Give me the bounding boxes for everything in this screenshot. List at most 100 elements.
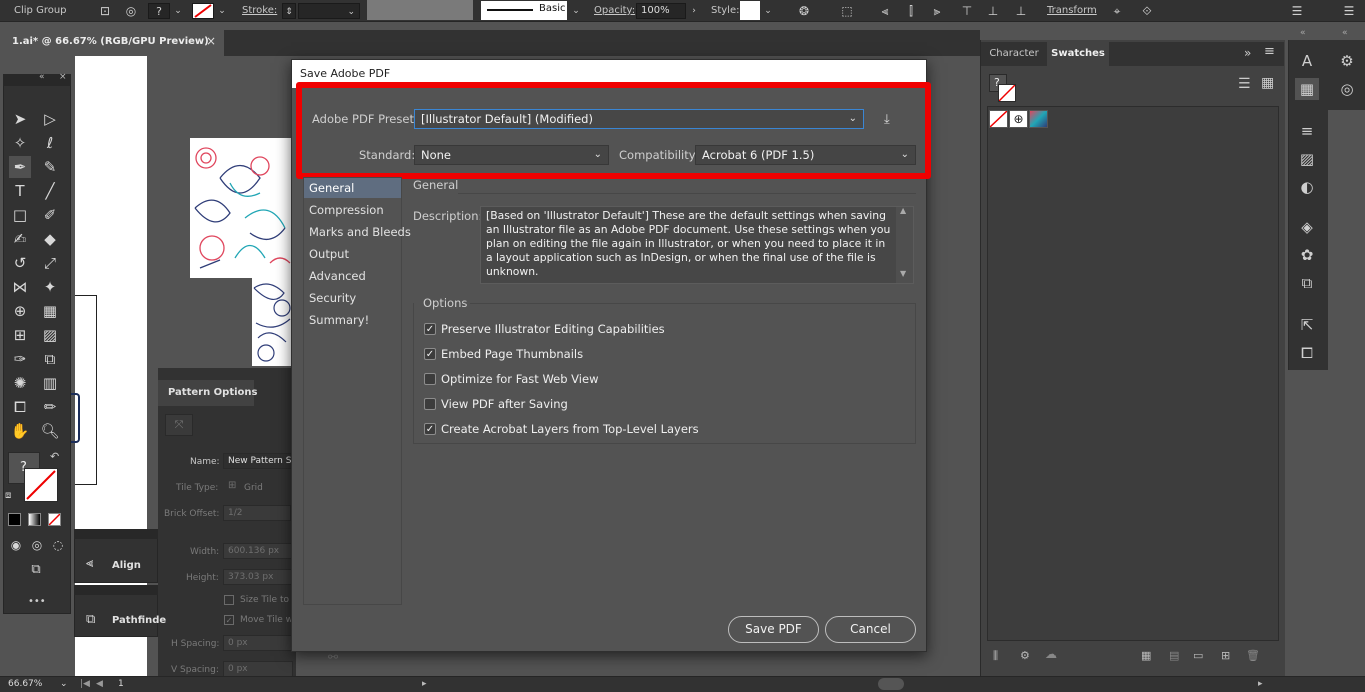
swatches-panel-icon[interactable]: ▦: [1295, 78, 1319, 100]
panel-menu-icon[interactable]: ☰: [1288, 2, 1306, 20]
draw-behind-icon[interactable]: ◎: [26, 534, 48, 556]
control-bar-menu-icon[interactable]: ☰: [1340, 2, 1358, 20]
gradient-tool-icon[interactable]: ▨: [39, 324, 61, 346]
scroll-right-icon[interactable]: ▸: [1258, 676, 1263, 692]
transform-link[interactable]: Transform: [1047, 0, 1097, 22]
direct-selection-tool-icon[interactable]: ▷: [39, 108, 61, 130]
default-fill-stroke-icon[interactable]: ⧈: [5, 490, 11, 501]
collapse-panel-icon[interactable]: «: [39, 72, 45, 82]
style-chevron-down-icon[interactable]: ⌄: [762, 3, 774, 19]
selected-shape-outline[interactable]: [70, 393, 80, 443]
opacity-chevron-right-icon[interactable]: ›: [688, 3, 700, 19]
tab-character[interactable]: Character: [982, 42, 1046, 66]
first-artboard-icon[interactable]: |◀: [80, 676, 90, 692]
hand-tool-icon[interactable]: ✋: [9, 420, 31, 442]
line-segment-tool-icon[interactable]: ╱: [39, 180, 61, 202]
swatches-menu-icon[interactable]: ≡: [1264, 44, 1275, 59]
pattern-tile-tool-icon[interactable]: ⤧: [165, 414, 193, 436]
prev-artboard-icon[interactable]: ◀: [96, 676, 103, 692]
tab-swatches[interactable]: Swatches: [1047, 42, 1109, 66]
eraser-tool-icon[interactable]: ◆: [39, 228, 61, 250]
artboard-frame-shape[interactable]: [75, 295, 97, 485]
fill-chevron-down-icon[interactable]: ⌄: [172, 3, 184, 19]
pen-tool-icon[interactable]: ✒: [9, 156, 31, 178]
libraries-panel-icon[interactable]: ⚙: [1335, 50, 1359, 72]
align-top-icon[interactable]: ⊤: [958, 2, 976, 20]
description-scrollbar[interactable]: ▲ ▼: [896, 206, 913, 283]
graphic-styles-panel-icon[interactable]: ⧉: [1295, 272, 1319, 294]
artboard-tool-icon[interactable]: ⧠: [9, 396, 31, 418]
target-icon[interactable]: ◎: [122, 2, 140, 20]
puppet-warp-tool-icon[interactable]: ✦: [39, 276, 61, 298]
nav-output[interactable]: Output: [304, 244, 401, 264]
rotate-tool-icon[interactable]: ↺: [9, 252, 31, 274]
swatch-registration[interactable]: ⊕: [1009, 110, 1028, 128]
h-spacing-input[interactable]: 0 px: [223, 635, 293, 651]
pathfinder-panel-header[interactable]: [74, 585, 158, 595]
move-tile-checkbox[interactable]: ✓: [224, 615, 234, 625]
gradient-mode-icon[interactable]: [28, 513, 41, 526]
style-swatch[interactable]: [740, 1, 760, 20]
scroll-left-icon[interactable]: ▸: [422, 676, 427, 692]
cancel-button[interactable]: Cancel: [825, 616, 916, 643]
mesh-tool-icon[interactable]: ⊞: [9, 324, 31, 346]
thumbnail-view-icon[interactable]: ▦: [1261, 75, 1274, 91]
blend-tool-icon[interactable]: ⧉: [39, 348, 61, 370]
align-left-icon[interactable]: ⫷: [876, 2, 894, 20]
variable-width-profile[interactable]: [367, 0, 473, 20]
export-panel-icon[interactable]: ⇱: [1295, 314, 1319, 336]
screen-mode-icon[interactable]: ⧉: [25, 559, 47, 581]
align-middle-icon[interactable]: ⊥: [984, 2, 1002, 20]
scroll-down-icon[interactable]: ▼: [900, 269, 906, 278]
align-right-icon[interactable]: ⫸: [928, 2, 946, 20]
brush-definition[interactable]: Basic: [481, 1, 567, 20]
perspective-grid-tool-icon[interactable]: ▦: [39, 300, 61, 322]
swatch-pattern[interactable]: [1029, 110, 1048, 128]
align-to-icon[interactable]: ⊡: [96, 2, 114, 20]
nav-security[interactable]: Security: [304, 288, 401, 308]
stroke-swatch[interactable]: [192, 3, 214, 19]
brush-chevron-down-icon[interactable]: ⌄: [570, 3, 582, 19]
cloud-library-icon[interactable]: ☁: [1045, 647, 1057, 661]
tile-type-value[interactable]: Grid: [244, 483, 263, 493]
creative-cloud-icon[interactable]: ◎: [1335, 78, 1359, 100]
delete-swatch-icon[interactable]: 🗑︎: [1246, 649, 1260, 662]
save-pdf-button[interactable]: Save PDF: [728, 616, 819, 643]
checkbox-view-after-saving[interactable]: [424, 398, 436, 410]
pattern-tile-artwork[interactable]: [252, 278, 294, 366]
nav-advanced[interactable]: Advanced: [304, 266, 401, 286]
document-setup-icon[interactable]: ⬚: [838, 2, 856, 20]
size-tile-checkbox[interactable]: [224, 595, 234, 605]
stroke-weight-input[interactable]: ⌄: [298, 3, 360, 19]
arrange-icon[interactable]: ⟐: [1138, 2, 1156, 20]
new-color-group-icon[interactable]: ▤: [1169, 649, 1179, 662]
collapse-panels-icon[interactable]: »: [1244, 46, 1251, 60]
transparency-panel-icon[interactable]: ◐: [1295, 176, 1319, 198]
color-mode-icon[interactable]: [8, 513, 21, 526]
pattern-name-input[interactable]: New Pattern S: [223, 453, 296, 469]
magic-wand-tool-icon[interactable]: ✧: [9, 132, 31, 154]
expand-panels-icon[interactable]: «: [1300, 28, 1306, 38]
shaper-tool-icon[interactable]: ✍: [9, 228, 31, 250]
scale-tool-icon[interactable]: ⤢: [39, 252, 61, 274]
width-input[interactable]: 600.136 px: [223, 543, 293, 559]
nav-summary[interactable]: Summary!: [304, 310, 401, 330]
character-panel-icon[interactable]: A: [1295, 50, 1319, 72]
show-swatch-kinds-icon[interactable]: ⚙: [1020, 649, 1030, 662]
align-center-icon[interactable]: ⫿: [902, 2, 920, 20]
opacity-input[interactable]: 100%: [636, 3, 686, 19]
pattern-artwork[interactable]: [190, 138, 294, 278]
draw-inside-icon[interactable]: ◌: [47, 534, 69, 556]
layers-panel-icon[interactable]: ◈: [1295, 216, 1319, 238]
height-input[interactable]: 373.03 px: [223, 569, 293, 585]
stroke-color-box[interactable]: [24, 468, 58, 502]
zoom-tool-icon[interactable]: 🔍︎: [39, 420, 61, 442]
gradient-panel-icon[interactable]: ▨: [1295, 148, 1319, 170]
checkbox-embed-thumbnails[interactable]: ✓: [424, 348, 436, 360]
column-graph-tool-icon[interactable]: ▥: [39, 372, 61, 394]
none-mode-icon[interactable]: [48, 513, 61, 526]
type-tool-icon[interactable]: T: [9, 180, 31, 202]
draw-normal-icon[interactable]: ◉: [5, 534, 27, 556]
edit-toolbar-icon[interactable]: •••: [28, 596, 46, 607]
symbol-sprayer-tool-icon[interactable]: ✺: [9, 372, 31, 394]
